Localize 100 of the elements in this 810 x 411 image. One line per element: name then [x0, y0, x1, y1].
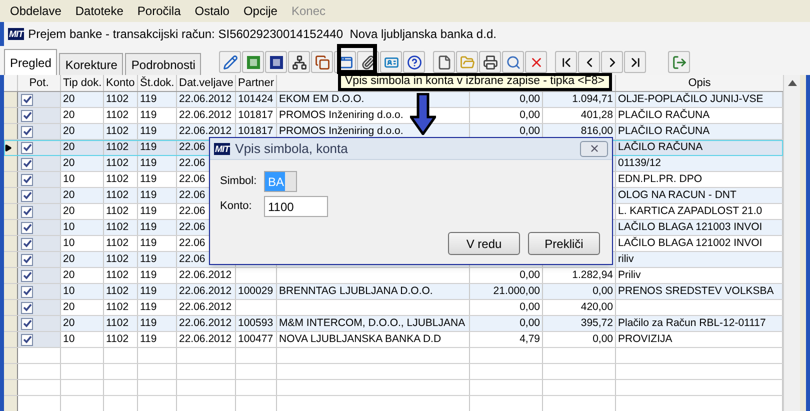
table-cell-text: 816,00 — [580, 124, 614, 139]
table-cell-text: 10 — [62, 172, 76, 187]
table-cell-text: 20 — [62, 92, 76, 107]
table-cell-text: PRENOS SREDSTEV VOLKSBA — [617, 284, 775, 299]
table-cell-text: 119 — [139, 156, 158, 171]
column-header: Dat.veljave — [178, 76, 234, 91]
table-cell-text: 119 — [139, 220, 158, 235]
table-cell-text: 1102 — [105, 300, 130, 315]
table-cell-text: 1102 — [105, 124, 130, 139]
table-cell-text: 20 — [62, 124, 76, 139]
table-cell-text: EKOM EM D.O.O. — [278, 92, 366, 107]
table-cell-text: Priliv — [617, 268, 642, 283]
table-cell-text: 22.06.2012 — [178, 124, 233, 139]
table-cell-text: PLAČILO RAČUNA — [617, 124, 711, 139]
table-cell-text: 0,00 — [518, 316, 541, 331]
table-cell-text: EDN.PL.PR. DPO — [617, 172, 704, 187]
table-cell-text: M&M INTERCOM, D.O.O., LJUBLJANA — [278, 316, 466, 331]
table-cell-text: 1102 — [105, 140, 130, 155]
column-header: Tip dok. — [62, 76, 103, 91]
table-cell-text: 22.06 — [178, 220, 206, 235]
table-cell-text: 22.06.2012 — [178, 284, 233, 299]
table-cell-text: 119 — [139, 188, 158, 203]
table-cell-text: BRENNTAG LJUBLJANA D.O.O. — [278, 284, 434, 299]
table-cell-text: 20 — [62, 204, 76, 219]
table-cell-text: OLJE-POPLAČILO JUNIJ-VSE — [617, 92, 764, 107]
table-cell-text: 0,00 — [518, 108, 541, 123]
table-cell-text: 119 — [139, 92, 158, 107]
table-cell-text: 1102 — [105, 204, 130, 219]
table-cell-text: 1102 — [105, 108, 130, 123]
table-cell-text: 119 — [139, 124, 158, 139]
table-cell-text: 119 — [139, 172, 158, 187]
table-cell-text: PROMOS Inženiring d.o.o. — [278, 108, 404, 123]
table-cell-text: L. KARTICA ZAPADLOST 21.0 — [617, 204, 764, 219]
table-cell-text: 20 — [62, 316, 76, 331]
table-cell-text: LAČILO RAČUNA — [617, 140, 704, 155]
table-cell-text: 119 — [139, 332, 158, 347]
table-cell-text: 100029 — [237, 284, 274, 299]
table-cell-text: 22.06 — [178, 252, 206, 267]
column-header: Št.dok. — [139, 75, 176, 91]
table-cell-text: 10 — [62, 220, 76, 235]
table-cell-text: 21.000,00 — [492, 284, 541, 299]
table-cell-text: 22.06.2012 — [178, 300, 233, 315]
app-logo: MIT — [8, 28, 24, 40]
table-cell-text: 101424 — [237, 92, 274, 107]
table-cell-text: 10 — [62, 332, 76, 347]
table-cell-text: PROMOS Inženiring d.o.o. — [278, 124, 404, 139]
column-header: Partner — [237, 76, 276, 91]
table-cell-text: 20 — [62, 300, 76, 315]
table-cell-text: 22.06.2012 — [178, 92, 233, 107]
table-cell-text: PLAČILO RAČUNA — [617, 108, 711, 123]
table-cell-text: OLOG NA RACUN - DNT — [617, 188, 738, 203]
table-cell-text: 22.06 — [178, 236, 206, 251]
table-cell-text: 119 — [139, 284, 158, 299]
table-cell-text: 0,00 — [518, 300, 541, 315]
table-cell-text: 1.094,71 — [571, 92, 614, 107]
table-cell-text: 20 — [62, 108, 76, 123]
table-cell-text: 22.06 — [178, 156, 206, 171]
table-cell-text: 401,28 — [580, 108, 614, 123]
table-cell-text: 22.06 — [178, 172, 206, 187]
table-cell-text: Plačilo za Račun RBL-12-01117 — [617, 316, 767, 331]
table-cell-text: 1102 — [105, 220, 130, 235]
table-cell-text: 22.06 — [178, 188, 206, 203]
table-cell-text: 395,72 — [580, 316, 614, 331]
table-cell-text: LAČILO BLAGA 121002 INVOI — [617, 236, 764, 251]
table-cell-text: 10 — [62, 284, 76, 299]
table-cell-text: 119 — [139, 252, 158, 267]
field-label: Simbol: — [220, 174, 258, 190]
table-cell-text: 1102 — [105, 268, 130, 283]
tooltip: Vpis simbola in konta v izbrane zapise - tipka <F8> — [338, 73, 612, 91]
table-cell-text: 0,00 — [592, 284, 614, 299]
table-cell-text: 22.06.2012 — [178, 316, 233, 331]
table-cell-text: 119 — [139, 236, 158, 251]
table-cell-text: 22.06 — [178, 204, 206, 219]
table-cell-text: 20 — [62, 188, 76, 203]
table-cell-text: 119 — [139, 300, 158, 315]
table-cell-text: NOVA LJUBLJANSKA BANKA D.D — [278, 332, 442, 347]
table-cell-text: 1102 — [105, 172, 130, 187]
table-cell-text: riliv — [617, 252, 635, 267]
table-cell-text: 10 — [62, 236, 76, 251]
table-cell-text: 119 — [139, 140, 158, 155]
table-cell-text: 1102 — [105, 156, 130, 171]
table-cell-text: LAČILO BLAGA 121003 INVOI — [617, 220, 764, 235]
table-cell-text: 1102 — [105, 92, 130, 107]
dialog-logo: MIT — [214, 142, 230, 154]
table-cell-text: 1102 — [105, 316, 130, 331]
table-cell-text: 0,00 — [592, 332, 614, 347]
table-cell-text: 22.06 — [178, 140, 206, 155]
window-title: Prejem banke - transakcijski račun: SI56029230014152440 Nova ljubljanska banka d.d. — [28, 26, 496, 43]
table-cell-text: 1102 — [105, 188, 130, 203]
field-label: Konto: — [220, 199, 253, 214]
table-cell-text: 119 — [139, 108, 158, 123]
table-cell-text: 119 — [139, 204, 158, 219]
table-cell-text: 100593 — [237, 316, 274, 331]
table-cell-text: 22.06.2012 — [178, 332, 233, 347]
table-cell-text: 100477 — [237, 332, 274, 347]
table-cell-text: 4,79 — [518, 332, 541, 347]
table-cell-text: 119 — [139, 268, 158, 283]
table-cell-text: 22.06.2012 — [178, 268, 233, 283]
table-cell-text: 0,00 — [518, 92, 541, 107]
table-cell-text: PROVIZIJA — [617, 332, 674, 347]
